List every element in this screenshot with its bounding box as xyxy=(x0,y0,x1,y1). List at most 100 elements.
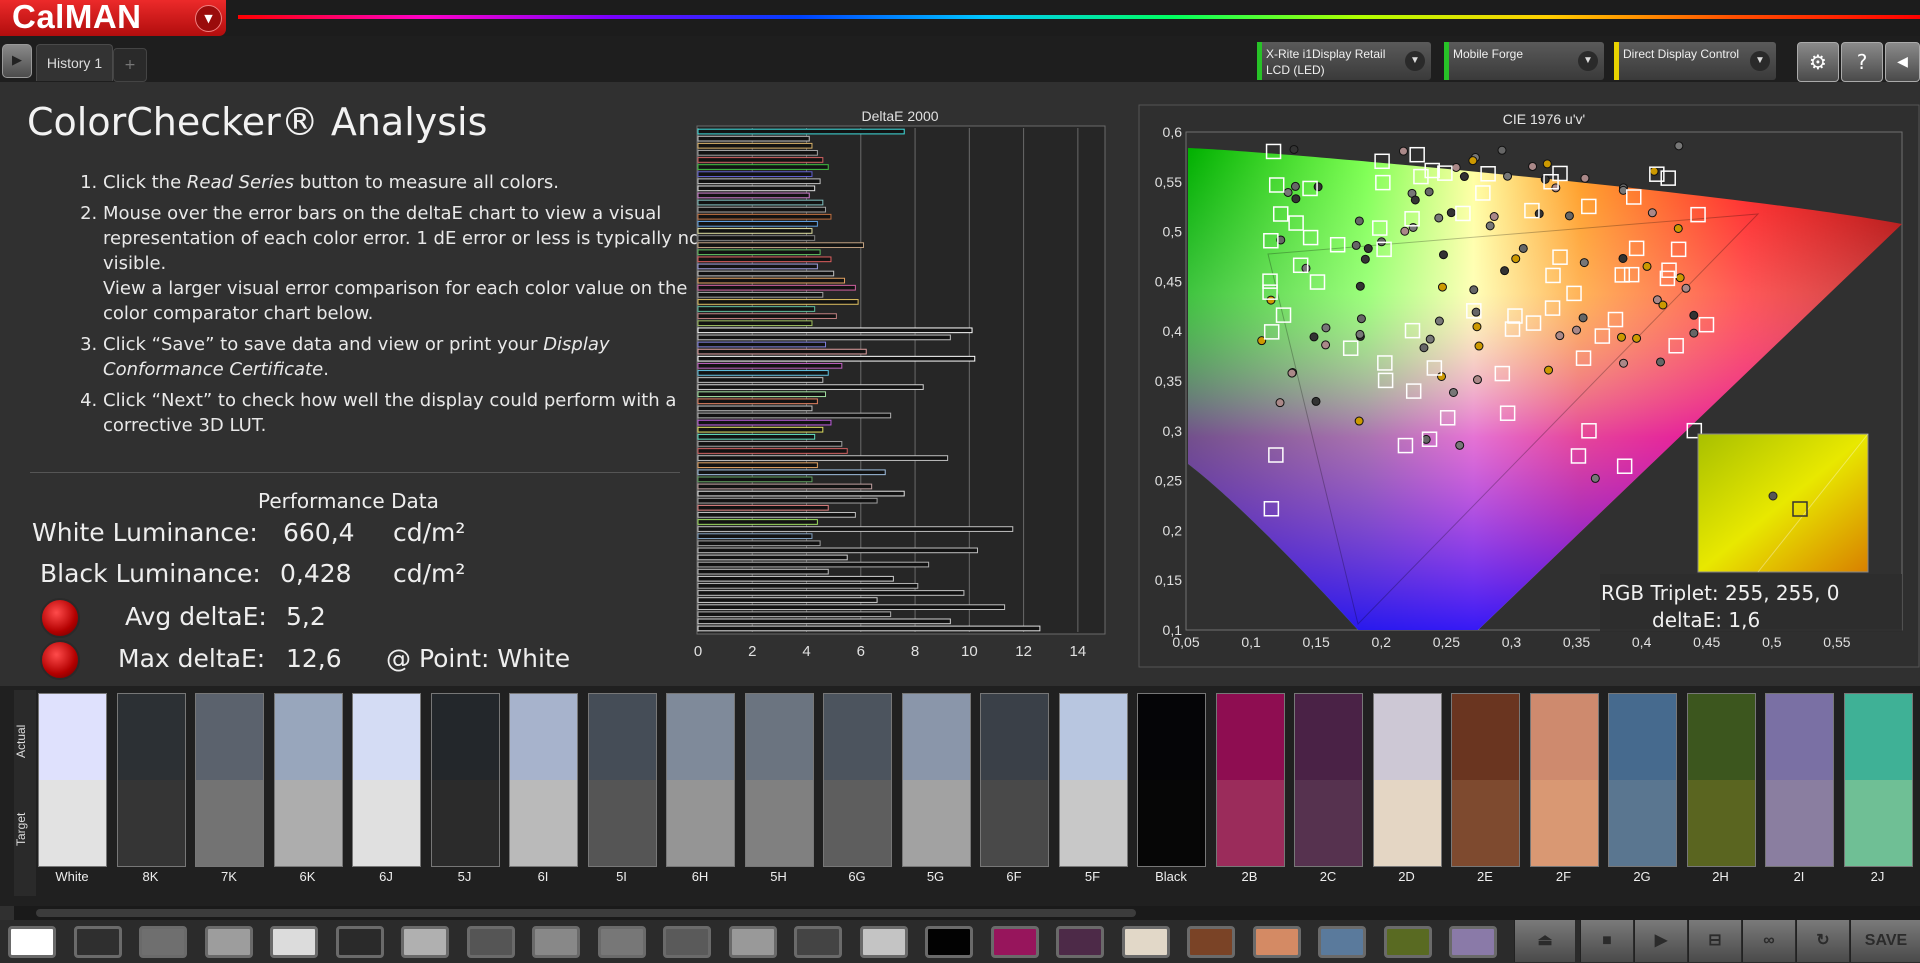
swatch-6g[interactable] xyxy=(823,693,892,867)
deltae-bar[interactable] xyxy=(697,625,1041,632)
deltae-bar[interactable] xyxy=(697,327,973,334)
deltae-bar[interactable] xyxy=(697,249,821,256)
swatch-7k[interactable] xyxy=(195,693,264,867)
deltae-bar[interactable] xyxy=(697,213,832,220)
deltae-bar[interactable] xyxy=(697,604,1006,611)
swatch-2i[interactable] xyxy=(1765,693,1834,867)
color-chip[interactable] xyxy=(728,926,777,958)
deltae-bar[interactable] xyxy=(697,171,813,177)
deltae-bar[interactable] xyxy=(697,270,835,277)
deltae-bar[interactable] xyxy=(697,199,824,206)
deltae-bar[interactable] xyxy=(697,320,813,327)
meter-selector[interactable]: X-Rite i1Display Retail LCD (LED) ▼ xyxy=(1257,42,1431,80)
deltae-bar[interactable] xyxy=(697,284,856,291)
continuous-icon[interactable]: ∞ xyxy=(1742,920,1795,962)
deltae-bar[interactable] xyxy=(697,178,821,185)
deltae-bar[interactable] xyxy=(697,583,919,589)
refresh-icon[interactable]: ↻ xyxy=(1796,920,1849,962)
color-chip[interactable] xyxy=(270,926,318,958)
color-chip[interactable] xyxy=(466,926,515,958)
swatch-8k[interactable] xyxy=(116,693,186,867)
deltae-bar[interactable] xyxy=(697,597,878,603)
color-chip[interactable] xyxy=(1121,926,1170,958)
color-chip[interactable] xyxy=(925,926,973,958)
swatch-2h[interactable] xyxy=(1686,693,1756,867)
deltae-bar[interactable] xyxy=(697,142,813,149)
deltae-bar[interactable] xyxy=(697,164,829,170)
swatch-6f[interactable] xyxy=(980,693,1049,867)
deltae-bar[interactable] xyxy=(697,526,1014,532)
deltae-bar[interactable] xyxy=(697,235,816,241)
deltae-bar[interactable] xyxy=(697,135,810,142)
deltae-bar[interactable] xyxy=(697,334,951,341)
deltae-bar[interactable] xyxy=(697,462,818,469)
deltae-bar[interactable] xyxy=(697,433,816,440)
deltae-bar[interactable] xyxy=(697,405,813,412)
deltae-bar[interactable] xyxy=(697,242,865,248)
deltae-bar[interactable] xyxy=(697,497,878,504)
deltae-bar[interactable] xyxy=(697,504,829,511)
deltae-bar[interactable] xyxy=(697,291,824,298)
color-chip[interactable] xyxy=(990,926,1039,958)
color-chip[interactable] xyxy=(139,926,187,958)
scrollbar-thumb[interactable] xyxy=(36,909,1136,917)
deltae-bar[interactable] xyxy=(697,341,827,348)
app-menu-arrow-icon[interactable]: ▼ xyxy=(195,5,222,32)
cie-chart[interactable]: CIE 1976 u'v' 0,05 0,1 0,15 0,2 0,25 0,3 0,35 0… xyxy=(1138,104,1920,668)
help-icon[interactable]: ? xyxy=(1841,42,1883,82)
deltae-bar-chart[interactable]: DeltaE 2000 0 2 4 6 8 10 12 14 xyxy=(690,104,1112,664)
deltae-bar[interactable] xyxy=(697,377,824,383)
deltae-bar[interactable] xyxy=(697,206,827,213)
chevron-down-icon[interactable]: ▼ xyxy=(1578,51,1598,71)
color-chip[interactable] xyxy=(1252,926,1301,958)
deltae-bar[interactable] xyxy=(697,448,848,454)
swatch-2g[interactable] xyxy=(1608,693,1677,867)
swatch-2e[interactable] xyxy=(1451,693,1520,867)
display-selector[interactable]: Direct Display Control ▼ xyxy=(1614,42,1776,80)
color-chip[interactable] xyxy=(401,926,449,958)
deltae-bar[interactable] xyxy=(697,554,848,561)
calman-logo[interactable]: CalMAN ▼ xyxy=(0,0,226,36)
color-chip[interactable] xyxy=(663,926,711,958)
swatch-6j[interactable] xyxy=(352,693,421,867)
play-icon[interactable]: ▶ xyxy=(2,44,32,78)
add-tab-button[interactable]: + xyxy=(113,48,147,82)
deltae-bar[interactable] xyxy=(697,398,818,405)
deltae-bar[interactable] xyxy=(697,540,821,547)
deltae-bar[interactable] xyxy=(697,348,867,355)
swatch-2d[interactable] xyxy=(1372,693,1442,867)
deltae-bar[interactable] xyxy=(697,590,965,596)
deltae-bar[interactable] xyxy=(697,313,837,319)
deltae-bar[interactable] xyxy=(697,547,978,554)
deltae-bar[interactable] xyxy=(697,512,856,518)
deltae-bar[interactable] xyxy=(697,412,892,419)
stop-icon[interactable]: ■ xyxy=(1580,920,1633,962)
swatch-2f[interactable] xyxy=(1529,693,1599,867)
swatch-2c[interactable] xyxy=(1294,693,1363,867)
swatch-5g[interactable] xyxy=(901,693,971,867)
deltae-bar[interactable] xyxy=(697,220,818,227)
deltae-bar[interactable] xyxy=(697,476,813,483)
color-chip[interactable] xyxy=(8,926,56,958)
deltae-bar[interactable] xyxy=(697,391,827,398)
color-chip[interactable] xyxy=(204,926,253,958)
deltae-bar[interactable] xyxy=(697,561,930,568)
swatch-5i[interactable] xyxy=(587,693,657,867)
deltae-bar[interactable] xyxy=(697,263,818,270)
swatch-6k[interactable] xyxy=(273,693,343,867)
deltae-bar[interactable] xyxy=(697,533,813,540)
deltae-bar[interactable] xyxy=(697,256,832,263)
color-chip[interactable] xyxy=(1318,926,1366,958)
color-chip[interactable] xyxy=(794,926,842,958)
deltae-bar[interactable] xyxy=(697,568,829,575)
deltae-bar[interactable] xyxy=(697,128,905,135)
deltae-bar[interactable] xyxy=(697,575,894,582)
deltae-bar[interactable] xyxy=(697,519,818,525)
swatch-5h[interactable] xyxy=(744,693,814,867)
deltae-bar[interactable] xyxy=(697,419,832,426)
read-series-icon[interactable]: ⊟ xyxy=(1688,920,1741,962)
chevron-down-icon[interactable]: ▼ xyxy=(1405,51,1425,71)
swatch-white[interactable] xyxy=(38,693,107,867)
collapse-icon[interactable]: ◀ xyxy=(1885,42,1920,82)
deltae-bar[interactable] xyxy=(697,384,924,390)
